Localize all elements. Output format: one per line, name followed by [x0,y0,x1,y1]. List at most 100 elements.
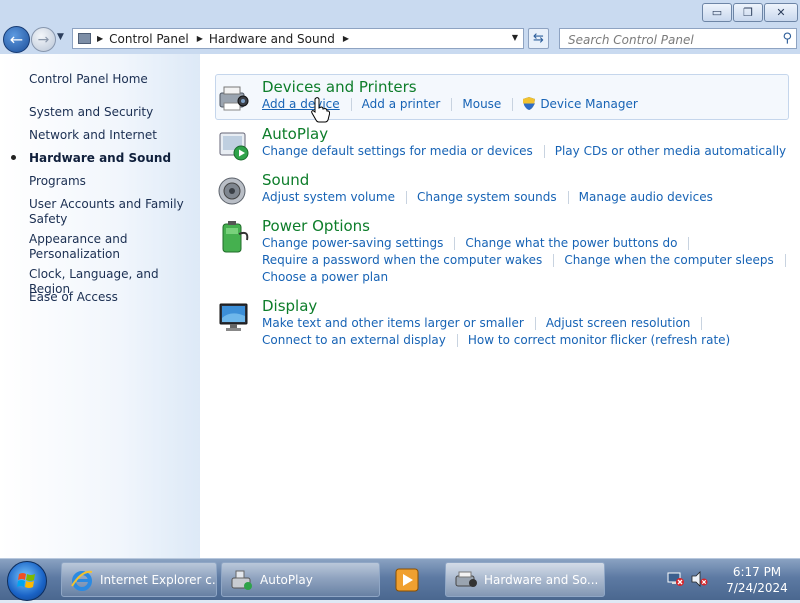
battery-icon [222,221,249,253]
breadcrumb-hardware-and-sound[interactable]: Hardware and Sound [209,32,335,46]
nav-system-and-security[interactable]: System and Security [29,105,194,120]
change-power-saving-settings-link[interactable]: Change power-saving settings [262,236,443,250]
display-links-row-2: Connect to an external display How to co… [262,333,730,347]
address-dropdown-icon[interactable]: ▼ [512,33,518,42]
refresh-icon: ⇆ [533,31,544,46]
window-titlebar: ▭ ❐ ✕ [0,0,800,24]
autoplay-title[interactable]: AutoPlay [262,125,328,143]
display-title[interactable]: Display [262,297,317,315]
minimize-button[interactable]: ▭ [702,3,732,22]
play-cds-automatically-link[interactable]: Play CDs or other media automatically [555,144,786,158]
change-sleep-time-link[interactable]: Change when the computer sleeps [564,253,773,267]
nav-programs[interactable]: Programs [29,174,194,189]
power-links-row-3: Choose a power plan [262,270,388,284]
link-separator [451,97,453,111]
power-links-row-1: Change power-saving settings Change what… [262,236,699,250]
adjust-screen-resolution-link[interactable]: Adjust screen resolution [546,316,691,330]
forward-button[interactable]: → [31,27,56,52]
control-panel-icon [78,33,91,44]
network-warning-icon[interactable] [667,571,685,587]
link-separator [512,97,514,111]
category-display: Display Make text and other items larger… [214,297,774,353]
clock-date: 7/24/2024 [726,581,788,595]
autoplay-icon [231,570,252,590]
volume-muted-icon[interactable] [690,571,708,587]
breadcrumb-arrow-icon[interactable]: ▶ [197,34,203,43]
search-box[interactable]: ⚲ [559,28,797,49]
breadcrumb-arrow-icon[interactable]: ▶ [97,34,103,43]
link-separator [688,236,690,250]
link-separator [567,190,569,204]
require-password-on-wake-link[interactable]: Require a password when the computer wak… [262,253,542,267]
address-bar[interactable]: ▶ Control Panel ▶ Hardware and Sound ▶ ▼ [72,28,524,49]
nav-control-panel-home[interactable]: Control Panel Home [29,72,194,87]
breadcrumb-control-panel[interactable]: Control Panel [109,32,189,46]
change-default-media-settings-link[interactable]: Change default settings for media or dev… [262,144,533,158]
search-input[interactable] [566,31,776,48]
breadcrumb: ▶ Control Panel ▶ Hardware and Sound ▶ [97,29,355,48]
change-power-buttons-link[interactable]: Change what the power buttons do [465,236,677,250]
nav-hardware-and-sound[interactable]: Hardware and Sound [29,151,194,166]
category-sound: Sound Adjust system volume Change system… [214,171,774,211]
link-separator [543,144,545,158]
monitor-icon [219,303,248,331]
back-arrow-icon: ← [9,30,24,49]
devices-and-printers-title[interactable]: Devices and Printers [262,78,417,96]
left-navigation-pane: Control Panel Home System and Security N… [0,54,200,558]
navigation-bar: ← → ▼ ▶ Control Panel ▶ Hardware and Sou… [0,24,800,54]
device-manager-link[interactable]: Device Manager [540,97,637,111]
taskbar-hardware-and-sound[interactable]: Hardware and So... [445,562,605,597]
back-button[interactable]: ← [3,26,30,53]
start-button[interactable] [7,561,47,601]
make-text-larger-link[interactable]: Make text and other items larger or smal… [262,316,524,330]
category-power-options: Power Options Change power-saving settin… [214,217,786,289]
maximize-button[interactable]: ❐ [733,3,763,22]
power-links-row-2: Require a password when the computer wak… [262,253,796,267]
main-content: Devices and Printers Add a device Add a … [200,54,800,558]
category-autoplay: AutoPlay Change default settings for med… [214,125,786,165]
link-separator [784,253,786,267]
link-separator [701,316,703,330]
recent-pages-dropdown[interactable]: ▼ [57,32,64,42]
link-separator [553,253,555,267]
manage-audio-devices-link[interactable]: Manage audio devices [579,190,713,204]
mouse-link[interactable]: Mouse [462,97,501,111]
nav-network-and-internet[interactable]: Network and Internet [29,128,194,143]
change-system-sounds-link[interactable]: Change system sounds [417,190,557,204]
taskbar-media-player[interactable] [387,562,427,597]
nav-appearance[interactable]: Appearance and Personalization [29,232,194,262]
link-separator [350,97,352,111]
add-a-printer-link[interactable]: Add a printer [362,97,441,111]
windows-logo-icon [17,573,35,588]
taskbar: Internet Explorer c... AutoPlay Hardware… [0,558,800,601]
control-panel-icon [455,571,477,587]
display-links-row-1: Make text and other items larger or smal… [262,316,712,330]
autoplay-icon [219,132,249,161]
link-separator [456,333,458,347]
media-player-icon [395,568,419,591]
refresh-button[interactable]: ⇆ [528,28,549,49]
taskbar-label: AutoPlay [260,572,313,587]
connect-external-display-link[interactable]: Connect to an external display [262,333,446,347]
system-clock[interactable]: 6:17 PM 7/24/2024 [717,564,797,596]
taskbar-internet-explorer[interactable]: Internet Explorer c... [61,562,217,597]
nav-ease-of-access[interactable]: Ease of Access [29,290,194,305]
active-bullet [11,155,16,160]
clock-time: 6:17 PM [732,565,782,579]
adjust-system-volume-link[interactable]: Adjust system volume [262,190,395,204]
speaker-icon [218,177,246,205]
choose-power-plan-link[interactable]: Choose a power plan [262,270,388,284]
nav-user-accounts[interactable]: User Accounts and Family Safety [29,197,194,227]
autoplay-links: Change default settings for media or dev… [262,144,786,158]
close-button[interactable]: ✕ [764,3,798,22]
search-icon[interactable]: ⚲ [782,31,792,46]
link-separator [405,190,407,204]
breadcrumb-arrow-icon[interactable]: ▶ [343,34,349,43]
correct-monitor-flicker-link[interactable]: How to correct monitor flicker (refresh … [468,333,730,347]
sound-title[interactable]: Sound [262,171,309,189]
forward-arrow-icon: → [37,31,50,48]
power-options-title[interactable]: Power Options [262,217,370,235]
link-separator [534,316,536,330]
taskbar-autoplay[interactable]: AutoPlay [221,562,380,597]
printer-camera-icon [219,86,249,111]
